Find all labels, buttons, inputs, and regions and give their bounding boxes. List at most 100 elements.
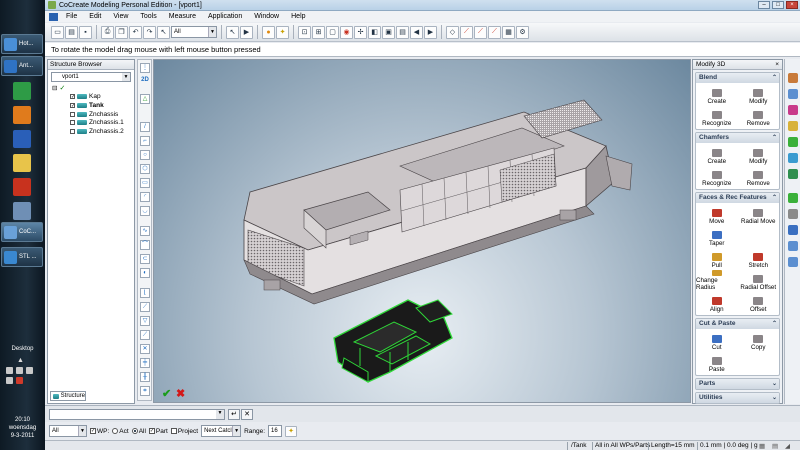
fillet-icon[interactable]: ⌒: [140, 240, 150, 250]
3d-viewport[interactable]: ✔ ✖: [153, 59, 691, 403]
lightbulb-icon[interactable]: ✦: [276, 25, 289, 39]
annotation-icon[interactable]: [788, 225, 798, 235]
face-move-button[interactable]: Move: [696, 204, 738, 225]
view-window-icon[interactable]: ▢: [326, 25, 339, 39]
menu-edit[interactable]: Edit: [83, 13, 107, 20]
enter-command-icon[interactable]: ↵: [228, 409, 240, 420]
viewport-combo[interactable]: vport1 ▼: [51, 72, 131, 82]
visibility-checkbox[interactable]: [70, 120, 75, 126]
taskbar-task-hot[interactable]: Hot...: [1, 34, 43, 54]
menu-file[interactable]: File: [60, 13, 83, 20]
units-icon[interactable]: ▦: [759, 442, 765, 450]
layout-icon[interactable]: [788, 257, 798, 267]
view-zoom-icon[interactable]: ⊞: [312, 25, 325, 39]
all-radio[interactable]: All: [131, 428, 146, 435]
menu-window[interactable]: Window: [248, 13, 285, 20]
close-button[interactable]: ×: [786, 1, 798, 9]
view-rotate-icon[interactable]: ◉: [340, 25, 353, 39]
open-folder-icon[interactable]: ▤: [65, 25, 78, 39]
workplane-icon[interactable]: △: [140, 94, 150, 104]
act-radio[interactable]: Act: [112, 428, 129, 435]
mirror-icon[interactable]: ▽: [140, 316, 150, 326]
close-icon[interactable]: ×: [775, 60, 779, 70]
menu-application[interactable]: Application: [202, 13, 248, 20]
collapse-chevron-icon[interactable]: ⌃: [772, 193, 777, 203]
copy-button[interactable]: Copy: [738, 330, 780, 351]
visibility-checkbox[interactable]: [70, 128, 75, 134]
face-radial-offset-button[interactable]: Radial Offset: [738, 270, 780, 291]
view-tools-icon[interactable]: [788, 241, 798, 251]
polygon-icon[interactable]: ⬡: [140, 164, 150, 174]
dimension-icon[interactable]: ╫: [140, 372, 150, 382]
settings-icon[interactable]: ⚙: [516, 25, 529, 39]
command-input[interactable]: ▼: [49, 409, 225, 420]
tree-item-tank[interactable]: ✓ Tank: [52, 101, 134, 110]
catch-settings-icon[interactable]: ✦: [285, 425, 298, 437]
blend-recognize-button[interactable]: Recognize: [696, 106, 738, 127]
part-checkbox[interactable]: ✓ Part: [148, 428, 168, 435]
section-header-chamfers[interactable]: Chamfers ⌃: [696, 133, 779, 143]
clear-command-icon[interactable]: ✕: [241, 409, 253, 420]
chevron-down-icon[interactable]: ▼: [216, 410, 224, 419]
trim-icon[interactable]: ⌊: [140, 288, 150, 298]
spline-icon[interactable]: ∿: [140, 226, 150, 236]
model-view[interactable]: [154, 60, 691, 403]
wp-checkbox[interactable]: ✓ WP:: [90, 428, 109, 435]
document-icon[interactable]: [49, 12, 58, 21]
collapse-chevron-icon[interactable]: ⌃: [772, 73, 777, 83]
folder-icon[interactable]: [13, 154, 31, 172]
section-icon[interactable]: ⟋: [488, 25, 501, 39]
tree-item-znchassis-1[interactable]: Znchassis.1: [52, 118, 134, 127]
info-icon[interactable]: ●: [262, 25, 275, 39]
taskbar-task-ant[interactable]: Ant...: [1, 56, 43, 76]
chamfer-recognize-button[interactable]: Recognize: [696, 166, 738, 187]
visibility-checkbox[interactable]: ✓: [70, 102, 75, 108]
expand-chevron-icon[interactable]: ⌄: [772, 393, 777, 403]
section-header-cut-paste[interactable]: Cut & Paste ⌃: [696, 319, 779, 329]
tangent-arc-icon[interactable]: ◡: [140, 206, 150, 216]
sheet-metal-icon[interactable]: [788, 169, 798, 179]
media-player-icon[interactable]: [13, 106, 31, 124]
powerpoint-icon[interactable]: [13, 178, 31, 196]
modify-3d-icon[interactable]: [788, 137, 798, 147]
cancel-x-icon[interactable]: ✖: [176, 387, 185, 400]
structure-icon[interactable]: [788, 209, 798, 219]
project-checkbox[interactable]: Project: [170, 428, 198, 435]
copy-icon[interactable]: ❐: [115, 25, 128, 39]
select-arrow-icon[interactable]: ↖: [157, 25, 170, 39]
menu-measure[interactable]: Measure: [163, 13, 202, 20]
menu-view[interactable]: View: [107, 13, 134, 20]
tools-icon[interactable]: [13, 202, 31, 220]
view-fit-icon[interactable]: ⊡: [298, 25, 311, 39]
alert-icon[interactable]: [16, 377, 23, 384]
curve-icon[interactable]: [788, 193, 798, 203]
polyline-icon[interactable]: ⌐: [140, 136, 150, 146]
tree-item-znchassis-2[interactable]: Znchassis.2: [52, 127, 134, 136]
rectangle-icon[interactable]: ▭: [140, 178, 150, 188]
flag-icon[interactable]: [6, 367, 13, 374]
tree-item-znchassis[interactable]: Znchassis: [52, 110, 134, 119]
section-header-utilities[interactable]: Utilities ⌄: [696, 393, 779, 403]
app-icon[interactable]: [48, 1, 56, 9]
face-pull-button[interactable]: Pull: [696, 248, 738, 269]
face-change-radius-button[interactable]: Change Radius: [696, 270, 738, 291]
word-icon[interactable]: [13, 130, 31, 148]
minimize-button[interactable]: –: [758, 1, 770, 9]
shaded-view-icon[interactable]: ◧: [368, 25, 381, 39]
redo-icon[interactable]: ↷: [143, 25, 156, 39]
pointer-icon[interactable]: ↖: [226, 25, 239, 39]
chamfer-remove-button[interactable]: Remove: [738, 166, 780, 187]
blend-remove-button[interactable]: Remove: [738, 106, 780, 127]
measure-icon[interactable]: ⟋: [460, 25, 473, 39]
blend-modify-button[interactable]: Modify: [738, 84, 780, 105]
feature-icon[interactable]: [788, 121, 798, 131]
split-icon[interactable]: ⟋: [140, 302, 150, 312]
part-tools-icon[interactable]: [788, 73, 798, 83]
advanced-icon[interactable]: [788, 153, 798, 163]
construct-line-icon[interactable]: ✕: [140, 344, 150, 354]
collapse-icon[interactable]: ⊟: [52, 84, 57, 92]
dimension-icon[interactable]: ⟋: [474, 25, 487, 39]
network-icon[interactable]: [16, 367, 23, 374]
excel-icon[interactable]: [13, 82, 31, 100]
taskbar-task-stl[interactable]: STL ...: [1, 247, 43, 267]
